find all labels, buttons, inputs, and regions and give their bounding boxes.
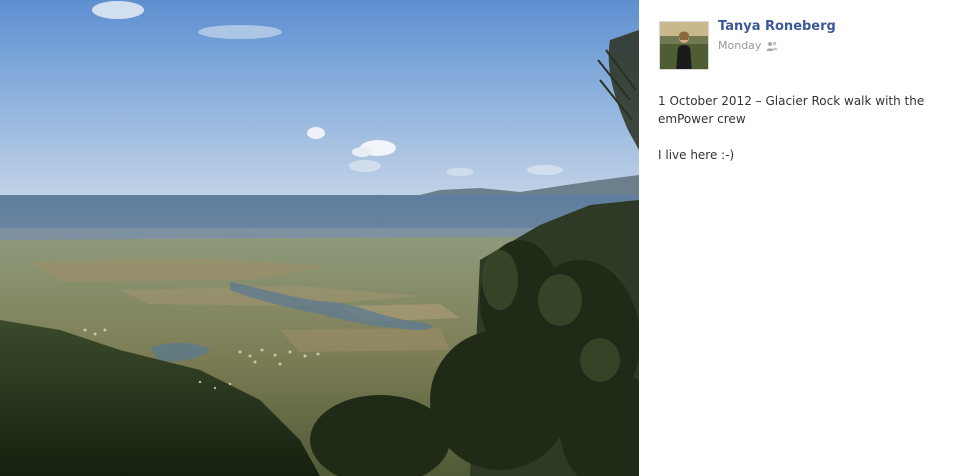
caption-line-1: 1 October 2012 – Glacier Rock walk with … — [658, 94, 925, 126]
author-name-link[interactable]: Tanya Roneberg — [718, 19, 836, 34]
post-timestamp[interactable]: Monday — [718, 39, 761, 52]
author-avatar[interactable] — [659, 21, 709, 70]
landscape-photo — [0, 0, 639, 476]
post-meta: Monday — [718, 39, 778, 52]
caption-line-2: I live here :-) — [658, 148, 735, 162]
photo-sidebar: Tanya Roneberg Monday 1 October 2012 – G… — [639, 0, 961, 476]
photo-caption: 1 October 2012 – Glacier Rock walk with … — [658, 92, 938, 164]
friends-icon[interactable] — [766, 41, 778, 51]
photo-viewer-image[interactable] — [0, 0, 639, 476]
user-avatar-icon — [660, 22, 708, 69]
